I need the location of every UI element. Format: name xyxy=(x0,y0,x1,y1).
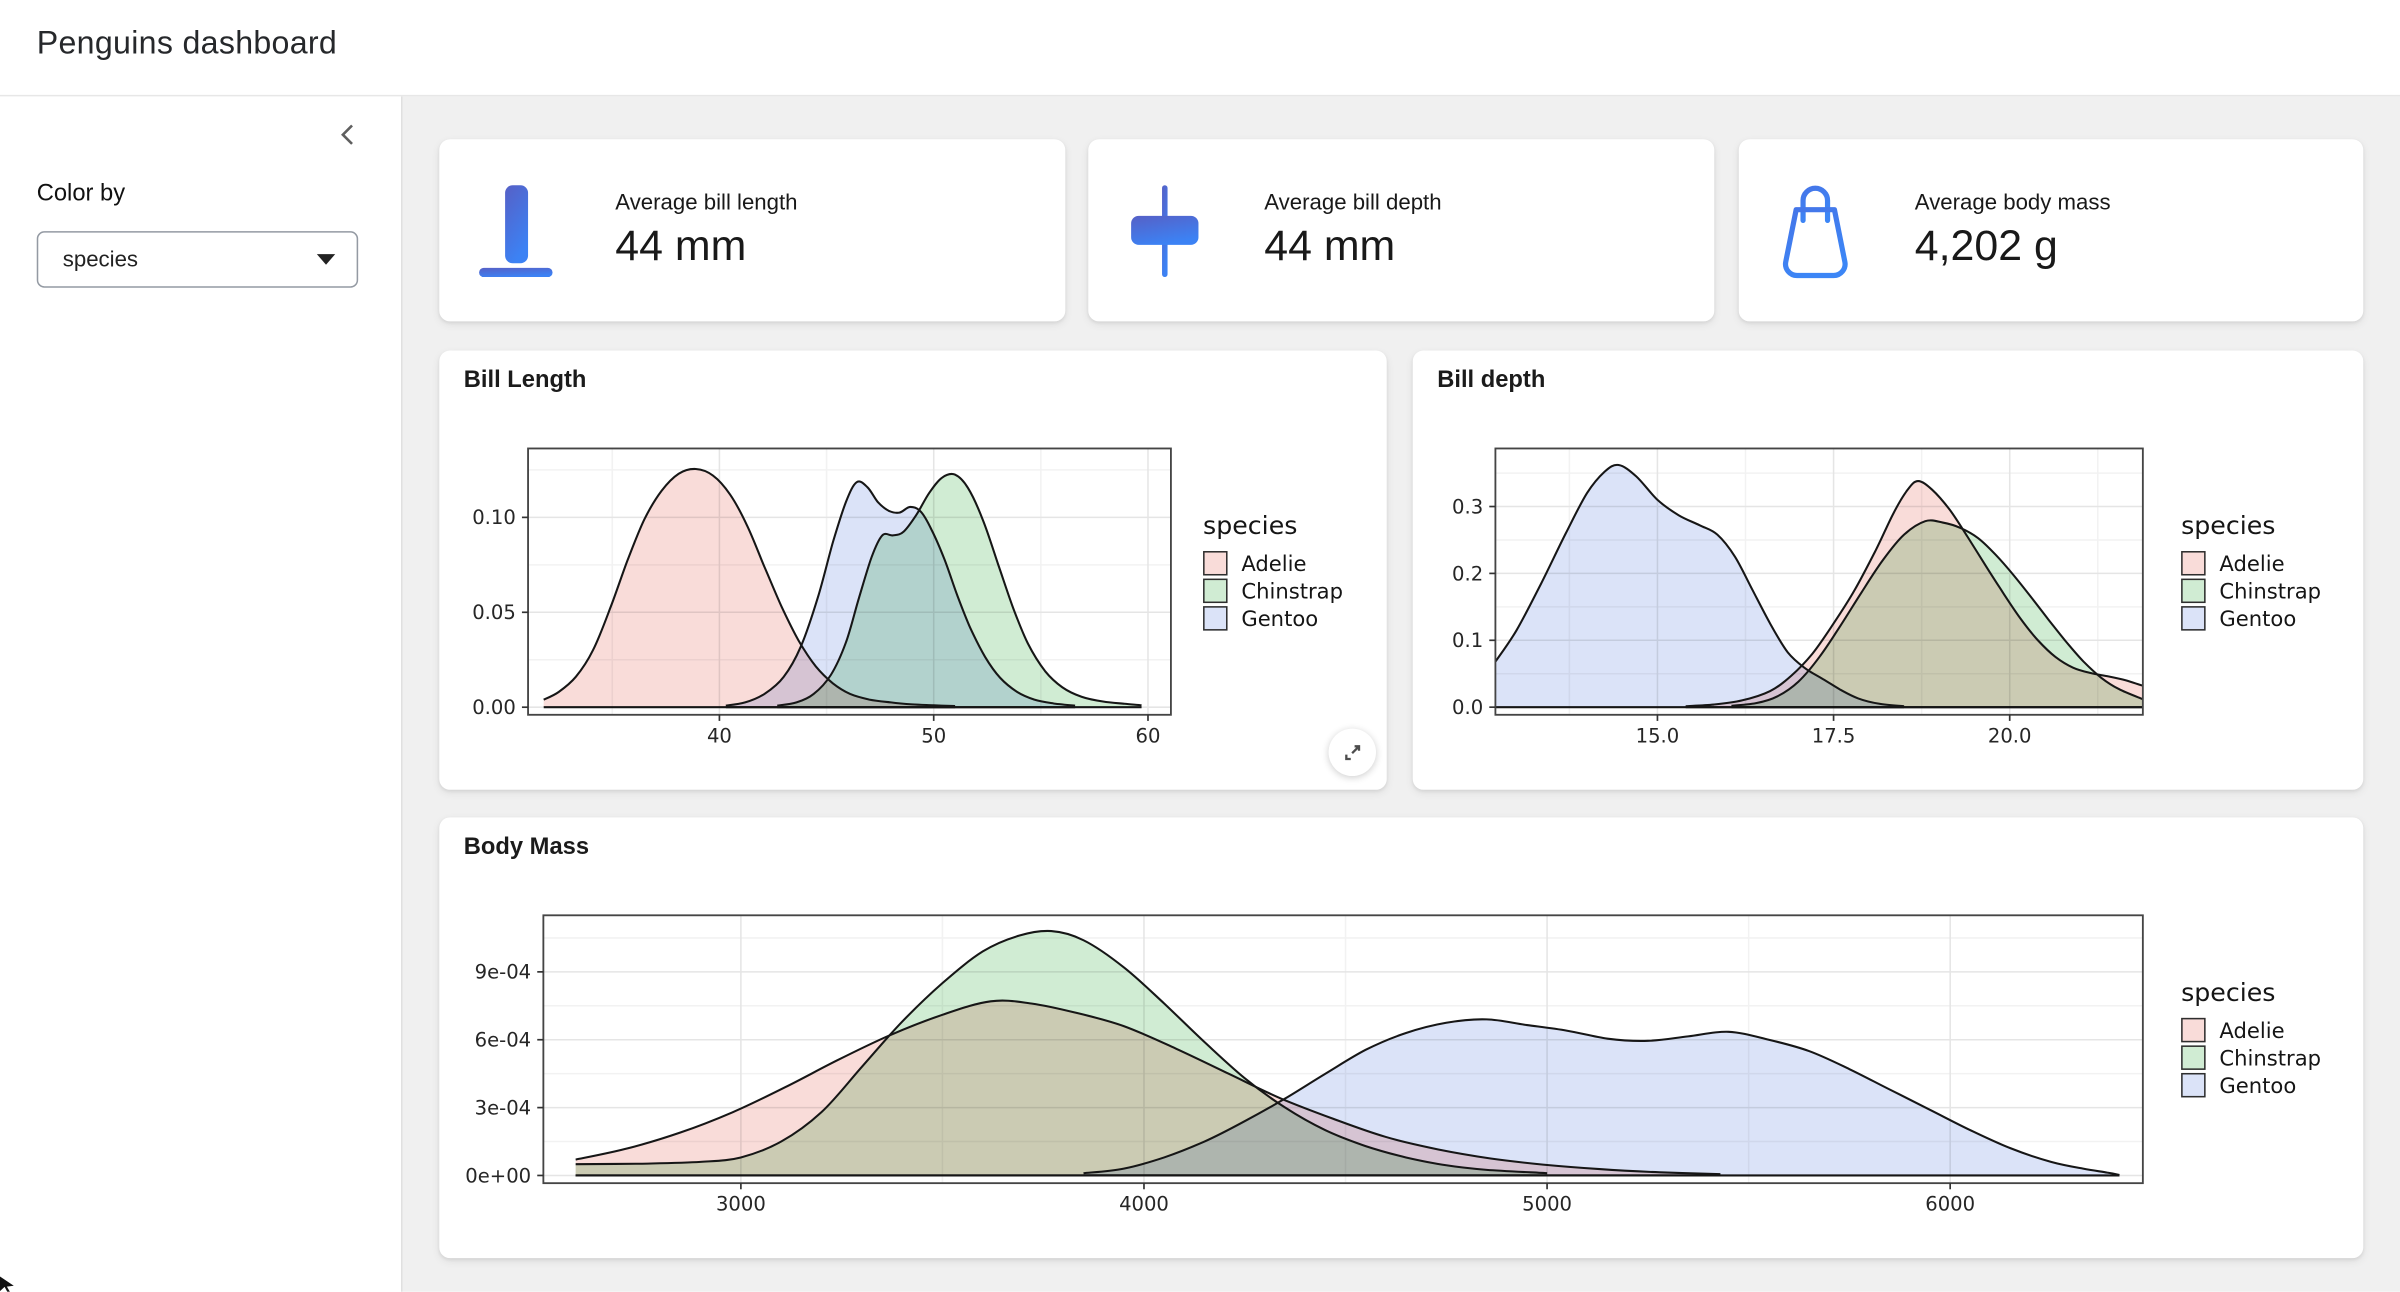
legend-label: Gentoo xyxy=(2219,608,2296,632)
bill-depth-legend: species Adelie Chinstrap Gentoo xyxy=(2181,511,2321,633)
legend-label: Adelie xyxy=(1241,553,1306,577)
svg-text:0.05: 0.05 xyxy=(472,601,516,624)
card-title: Body Mass xyxy=(464,834,589,862)
legend-swatch xyxy=(2181,552,2205,576)
value-box-value: 44 mm xyxy=(615,218,797,273)
legend-label: Chinstrap xyxy=(2219,1047,2321,1071)
value-box-title: Average bill length xyxy=(615,187,797,218)
value-box-title: Average body mass xyxy=(1915,187,2111,218)
align-bottom-icon xyxy=(478,184,555,279)
svg-text:17.5: 17.5 xyxy=(1812,724,1856,747)
svg-text:0.3: 0.3 xyxy=(1452,495,1483,518)
bill-length-chart: 0.00 0.05 0.10 40 50 60 xyxy=(439,429,1296,758)
legend-item: Adelie xyxy=(2181,1018,2321,1046)
svg-text:3e-04: 3e-04 xyxy=(475,1096,531,1119)
legend-item: Adelie xyxy=(1203,551,1343,579)
card-title: Bill depth xyxy=(1437,367,1545,395)
legend-item: Adelie xyxy=(2181,551,2321,579)
legend-title: species xyxy=(2181,978,2321,1007)
card-title: Bill Length xyxy=(464,367,587,395)
legend-label: Adelie xyxy=(2219,553,2284,577)
app-header xyxy=(0,0,2400,96)
value-box-bill-depth: Average bill depth 44 mm xyxy=(1088,139,1714,321)
mouse-cursor xyxy=(0,1277,18,1292)
legend-label: Chinstrap xyxy=(2219,580,2321,604)
legend-item: Gentoo xyxy=(2181,1073,2321,1101)
svg-text:0.10: 0.10 xyxy=(472,506,516,529)
legend-swatch xyxy=(2181,1046,2205,1070)
legend-label: Gentoo xyxy=(2219,1074,2296,1098)
page-title: Penguins dashboard xyxy=(37,26,337,63)
legend-swatch xyxy=(2181,607,2205,631)
svg-text:0.0: 0.0 xyxy=(1452,696,1483,719)
bill-depth-chart: 0.0 0.1 0.2 0.3 15.0 17.5 20.0 xyxy=(1413,429,2270,758)
legend-swatch xyxy=(2181,1018,2205,1042)
legend-title: species xyxy=(1203,511,1343,540)
body-mass-legend: species Adelie Chinstrap Gentoo xyxy=(2181,978,2321,1100)
select-value: species xyxy=(63,247,317,271)
svg-text:60: 60 xyxy=(1136,724,1161,747)
svg-text:0.00: 0.00 xyxy=(472,696,516,719)
legend-swatch xyxy=(1203,579,1227,603)
value-box-body-mass: Average body mass 4,202 g xyxy=(1739,139,2363,321)
align-center-icon xyxy=(1127,184,1204,279)
chevron-left-icon xyxy=(334,119,365,150)
svg-text:5000: 5000 xyxy=(1522,1193,1572,1216)
color-by-label: Color by xyxy=(37,181,125,209)
bill-length-legend: species Adelie Chinstrap Gentoo xyxy=(1203,511,1343,633)
legend-swatch xyxy=(2181,579,2205,603)
legend-swatch xyxy=(1203,607,1227,631)
svg-text:9e-04: 9e-04 xyxy=(475,961,531,984)
value-box-value: 4,202 g xyxy=(1915,218,2111,273)
value-box-title: Average bill depth xyxy=(1264,187,1441,218)
legend-item: Gentoo xyxy=(1203,606,1343,634)
sidebar-collapse-button[interactable] xyxy=(334,119,365,150)
svg-text:6e-04: 6e-04 xyxy=(475,1029,531,1052)
expand-icon xyxy=(1341,741,1364,764)
legend-swatch xyxy=(1203,552,1227,576)
svg-text:15.0: 15.0 xyxy=(1636,724,1680,747)
svg-text:4000: 4000 xyxy=(1119,1193,1169,1216)
svg-text:0.2: 0.2 xyxy=(1452,562,1483,585)
value-box-value: 44 mm xyxy=(1264,218,1441,273)
svg-text:40: 40 xyxy=(707,724,732,747)
svg-text:0.1: 0.1 xyxy=(1452,629,1483,652)
legend-label: Chinstrap xyxy=(1241,580,1343,604)
svg-text:3000: 3000 xyxy=(716,1193,766,1216)
svg-text:20.0: 20.0 xyxy=(1988,724,2032,747)
color-by-select[interactable]: species xyxy=(37,231,358,288)
svg-text:50: 50 xyxy=(921,724,946,747)
chevron-down-icon xyxy=(317,254,335,265)
legend-swatch xyxy=(2181,1073,2205,1097)
value-box-bill-length: Average bill length 44 mm xyxy=(439,139,1065,321)
legend-label: Adelie xyxy=(2219,1019,2284,1043)
expand-card-button[interactable] xyxy=(1329,729,1376,776)
legend-item: Chinstrap xyxy=(2181,579,2321,607)
body-mass-chart: 0e+00 3e-04 6e-04 9e-04 3000 4000 5000 6000 xyxy=(439,895,2245,1224)
svg-text:6000: 6000 xyxy=(1925,1193,1975,1216)
legend-item: Gentoo xyxy=(2181,606,2321,634)
handbag-icon xyxy=(1777,184,1854,279)
legend-item: Chinstrap xyxy=(1203,579,1343,607)
legend-title: species xyxy=(2181,511,2321,540)
legend-label: Gentoo xyxy=(1241,608,1318,632)
legend-item: Chinstrap xyxy=(2181,1045,2321,1073)
svg-text:0e+00: 0e+00 xyxy=(465,1164,531,1187)
